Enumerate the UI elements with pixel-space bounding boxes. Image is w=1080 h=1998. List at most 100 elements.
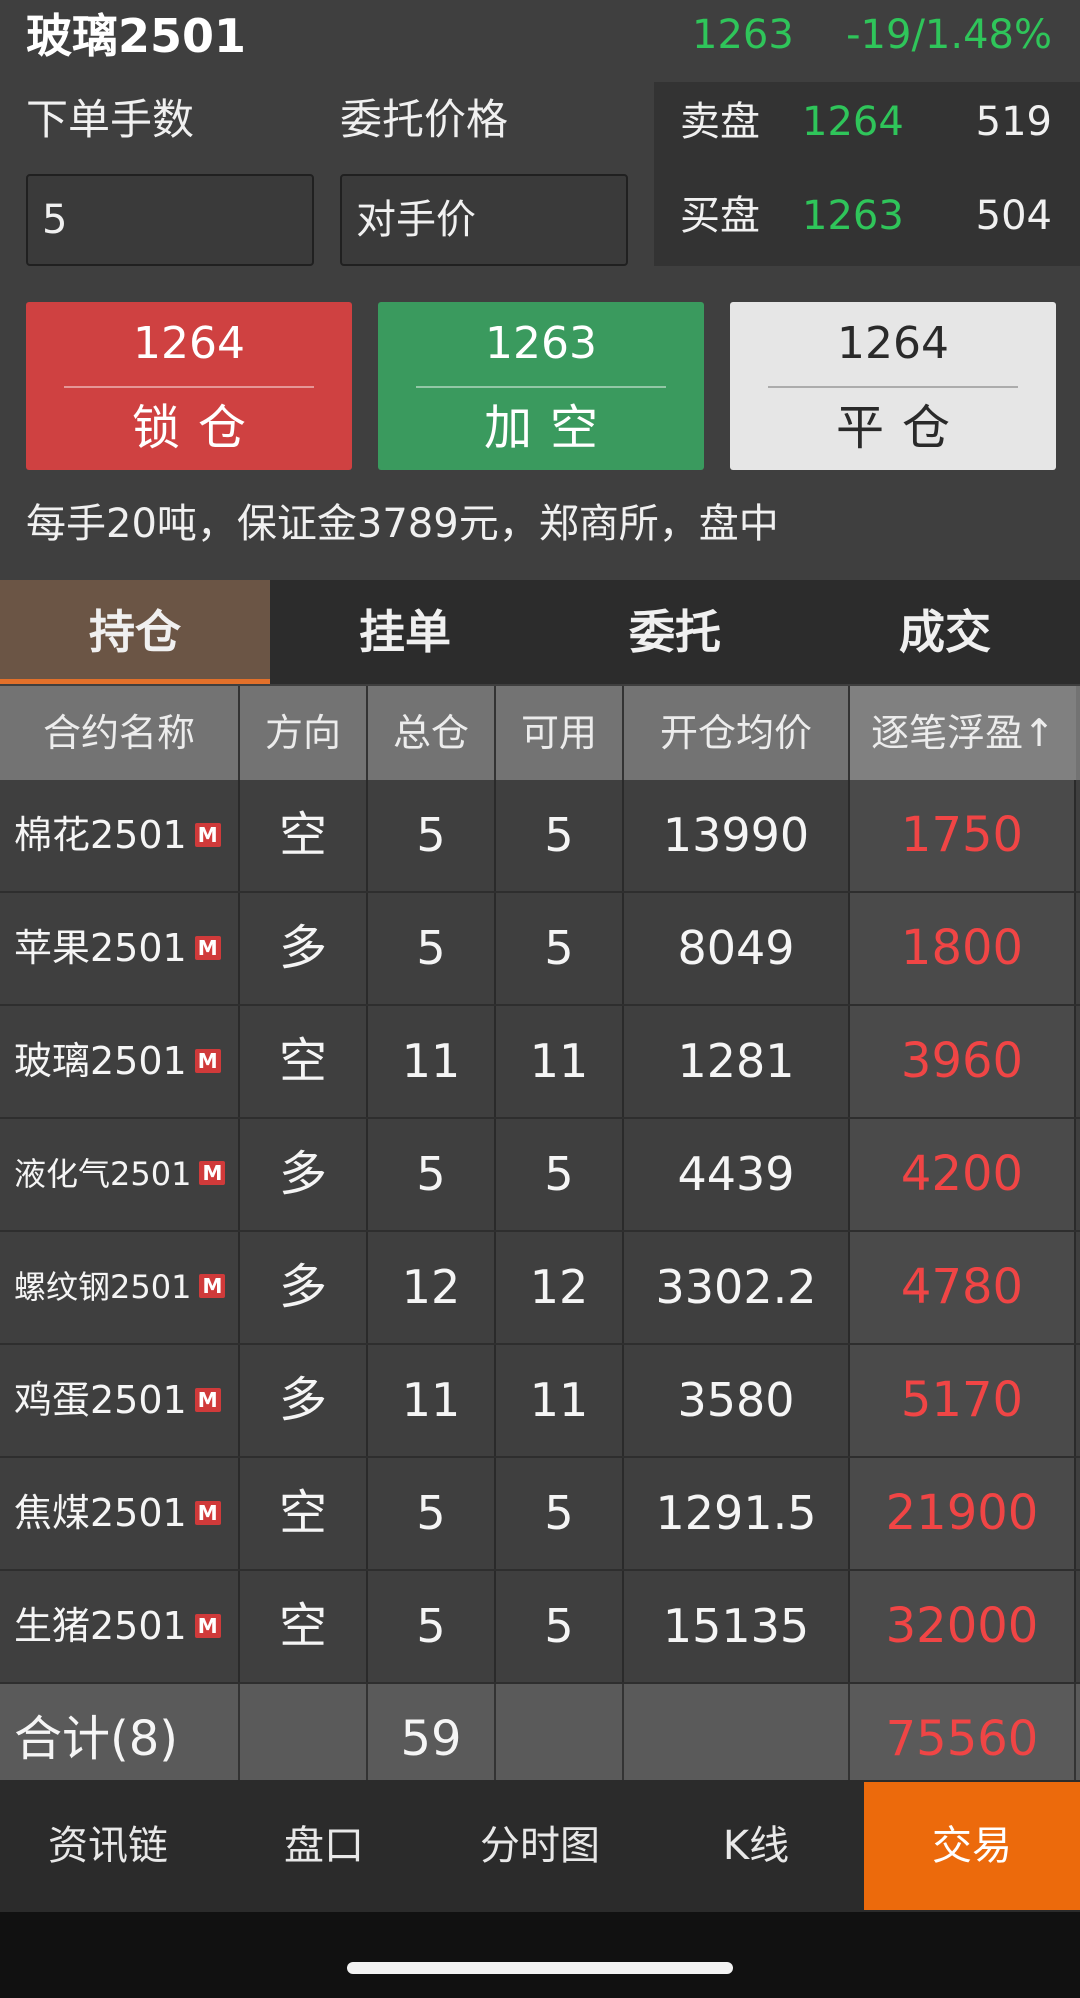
m-badge-icon: M (194, 1048, 221, 1073)
contract-name: 螺纹钢2501 (14, 1268, 192, 1306)
pnl-cell: 4780 (850, 1232, 1076, 1343)
header-pnl-sort[interactable]: 逐笔浮盈↑ (850, 686, 1076, 780)
direction-cell: 多 (240, 1232, 368, 1343)
contract-name: 棉花2501 (14, 813, 187, 857)
lock-price: 1264 (133, 318, 245, 369)
add-short-button[interactable]: 1263 加空 (378, 302, 704, 470)
instrument-title: 玻璃2501 (26, 9, 247, 63)
tab-pending-orders[interactable]: 挂单 (270, 580, 540, 684)
total-cell: 5 (368, 1458, 496, 1569)
pnl-cell: 5170 (850, 1345, 1076, 1456)
direction-cell: 多 (240, 893, 368, 1004)
direction-cell: 空 (240, 1006, 368, 1117)
avg-price-cell: 3302.2 (624, 1232, 850, 1343)
available-cell: 5 (496, 893, 624, 1004)
total-cell: 5 (368, 1571, 496, 1682)
table-row[interactable]: 螺纹钢2501 M 多 12 12 3302.2 4780 (0, 1232, 1080, 1345)
direction-cell: 空 (240, 780, 368, 891)
table-row[interactable]: 生猪2501 M 空 5 5 15135 32000 (0, 1571, 1080, 1684)
price-type-label: 委托价格 (340, 95, 509, 144)
buy-label: 买盘 (680, 193, 760, 239)
table-row[interactable]: 苹果2501 M 多 5 5 8049 1800 (0, 893, 1080, 1006)
button-divider (768, 386, 1018, 388)
nav-quotes[interactable]: 盘口 (216, 1780, 432, 1912)
short-price: 1263 (485, 318, 597, 369)
total-cell: 11 (368, 1006, 496, 1117)
footer-empty (240, 1684, 368, 1794)
table-row[interactable]: 玻璃2501 M 空 11 11 1281 3960 (0, 1006, 1080, 1119)
buy-level: 买盘 1263 504 (654, 186, 1080, 246)
contract-cell: 焦煤2501 M (0, 1458, 240, 1569)
order-book: 卖盘 1264 519 买盘 1263 504 (654, 82, 1080, 266)
total-cell: 5 (368, 1119, 496, 1230)
available-cell: 5 (496, 1571, 624, 1682)
avg-price-cell: 1281 (624, 1006, 850, 1117)
footer-total-label: 合计(8) (0, 1684, 240, 1794)
nav-trade[interactable]: 交易 (864, 1782, 1080, 1910)
avg-price-cell: 8049 (624, 893, 850, 1004)
header-direction[interactable]: 方向 (240, 686, 368, 780)
lock-label: 锁仓 (131, 400, 264, 456)
nav-news-chain[interactable]: 资讯链 (0, 1780, 216, 1912)
close-position-button[interactable]: 1264 平仓 (730, 302, 1056, 470)
contract-name: 生猪2501 (14, 1604, 187, 1648)
quantity-input[interactable]: 5 (26, 174, 314, 266)
footer-empty (496, 1684, 624, 1794)
pnl-cell: 1800 (850, 893, 1076, 1004)
price-type-input[interactable]: 对手价 (340, 174, 628, 266)
contract-cell: 螺纹钢2501 M (0, 1232, 240, 1343)
header-avg-price[interactable]: 开仓均价 (624, 686, 850, 780)
total-cell: 5 (368, 893, 496, 1004)
lock-position-button[interactable]: 1264 锁仓 (26, 302, 352, 470)
sell-label: 卖盘 (680, 99, 760, 145)
buy-price: 1263 (802, 193, 904, 239)
m-badge-icon: M (199, 1274, 226, 1298)
tab-fills[interactable]: 成交 (810, 580, 1080, 684)
header-total[interactable]: 总仓 (368, 686, 496, 780)
table-row[interactable]: 液化气2501 M 多 5 5 4439 4200 (0, 1119, 1080, 1232)
nav-kline[interactable]: K线 (648, 1780, 864, 1912)
close-price: 1264 (837, 318, 949, 369)
direction-cell: 多 (240, 1345, 368, 1456)
table-row[interactable]: 棉花2501 M 空 5 5 13990 1750 (0, 780, 1080, 893)
total-cell: 11 (368, 1345, 496, 1456)
tab-orders[interactable]: 委托 (540, 580, 810, 684)
pnl-cell: 32000 (850, 1571, 1076, 1682)
table-row[interactable]: 焦煤2501 M 空 5 5 1291.5 21900 (0, 1458, 1080, 1571)
table-footer: 合计(8) 59 75560 (0, 1684, 1080, 1794)
nav-intraday-chart[interactable]: 分时图 (432, 1780, 648, 1912)
contract-cell: 鸡蛋2501 M (0, 1345, 240, 1456)
m-badge-icon: M (194, 1500, 221, 1525)
last-price: 1263 (692, 12, 794, 58)
available-cell: 11 (496, 1006, 624, 1117)
tab-positions[interactable]: 持仓 (0, 580, 270, 684)
header-contract[interactable]: 合约名称 (0, 686, 240, 780)
footer-total-pnl: 75560 (850, 1684, 1076, 1794)
home-indicator[interactable] (347, 1962, 733, 1974)
tab-bar: 持仓 挂单 委托 成交 (0, 580, 1080, 684)
table-row[interactable]: 鸡蛋2501 M 多 11 11 3580 5170 (0, 1345, 1080, 1458)
m-badge-icon: M (199, 1161, 226, 1185)
contract-cell: 棉花2501 M (0, 780, 240, 891)
contract-name: 苹果2501 (14, 926, 187, 970)
buy-volume: 504 (975, 193, 1052, 239)
quantity-label: 下单手数 (26, 95, 195, 144)
contract-name: 液化气2501 (14, 1155, 192, 1193)
contract-cell: 玻璃2501 M (0, 1006, 240, 1117)
avg-price-cell: 1291.5 (624, 1458, 850, 1569)
avg-price-cell: 3580 (624, 1345, 850, 1456)
direction-cell: 空 (240, 1458, 368, 1569)
m-badge-icon: M (194, 822, 221, 847)
header-available[interactable]: 可用 (496, 686, 624, 780)
contract-cell: 液化气2501 M (0, 1119, 240, 1230)
contract-info: 每手20吨，保证金3789元，郑商所，盘中 (26, 501, 779, 547)
close-label: 平仓 (835, 400, 968, 456)
contract-name: 玻璃2501 (14, 1039, 187, 1083)
avg-price-cell: 15135 (624, 1571, 850, 1682)
home-indicator-area (0, 1912, 1080, 1998)
pnl-cell: 21900 (850, 1458, 1076, 1569)
contract-name: 鸡蛋2501 (14, 1378, 187, 1422)
price-change: -19/1.48% (846, 12, 1052, 58)
m-badge-icon: M (194, 1613, 221, 1638)
pnl-cell: 1750 (850, 780, 1076, 891)
